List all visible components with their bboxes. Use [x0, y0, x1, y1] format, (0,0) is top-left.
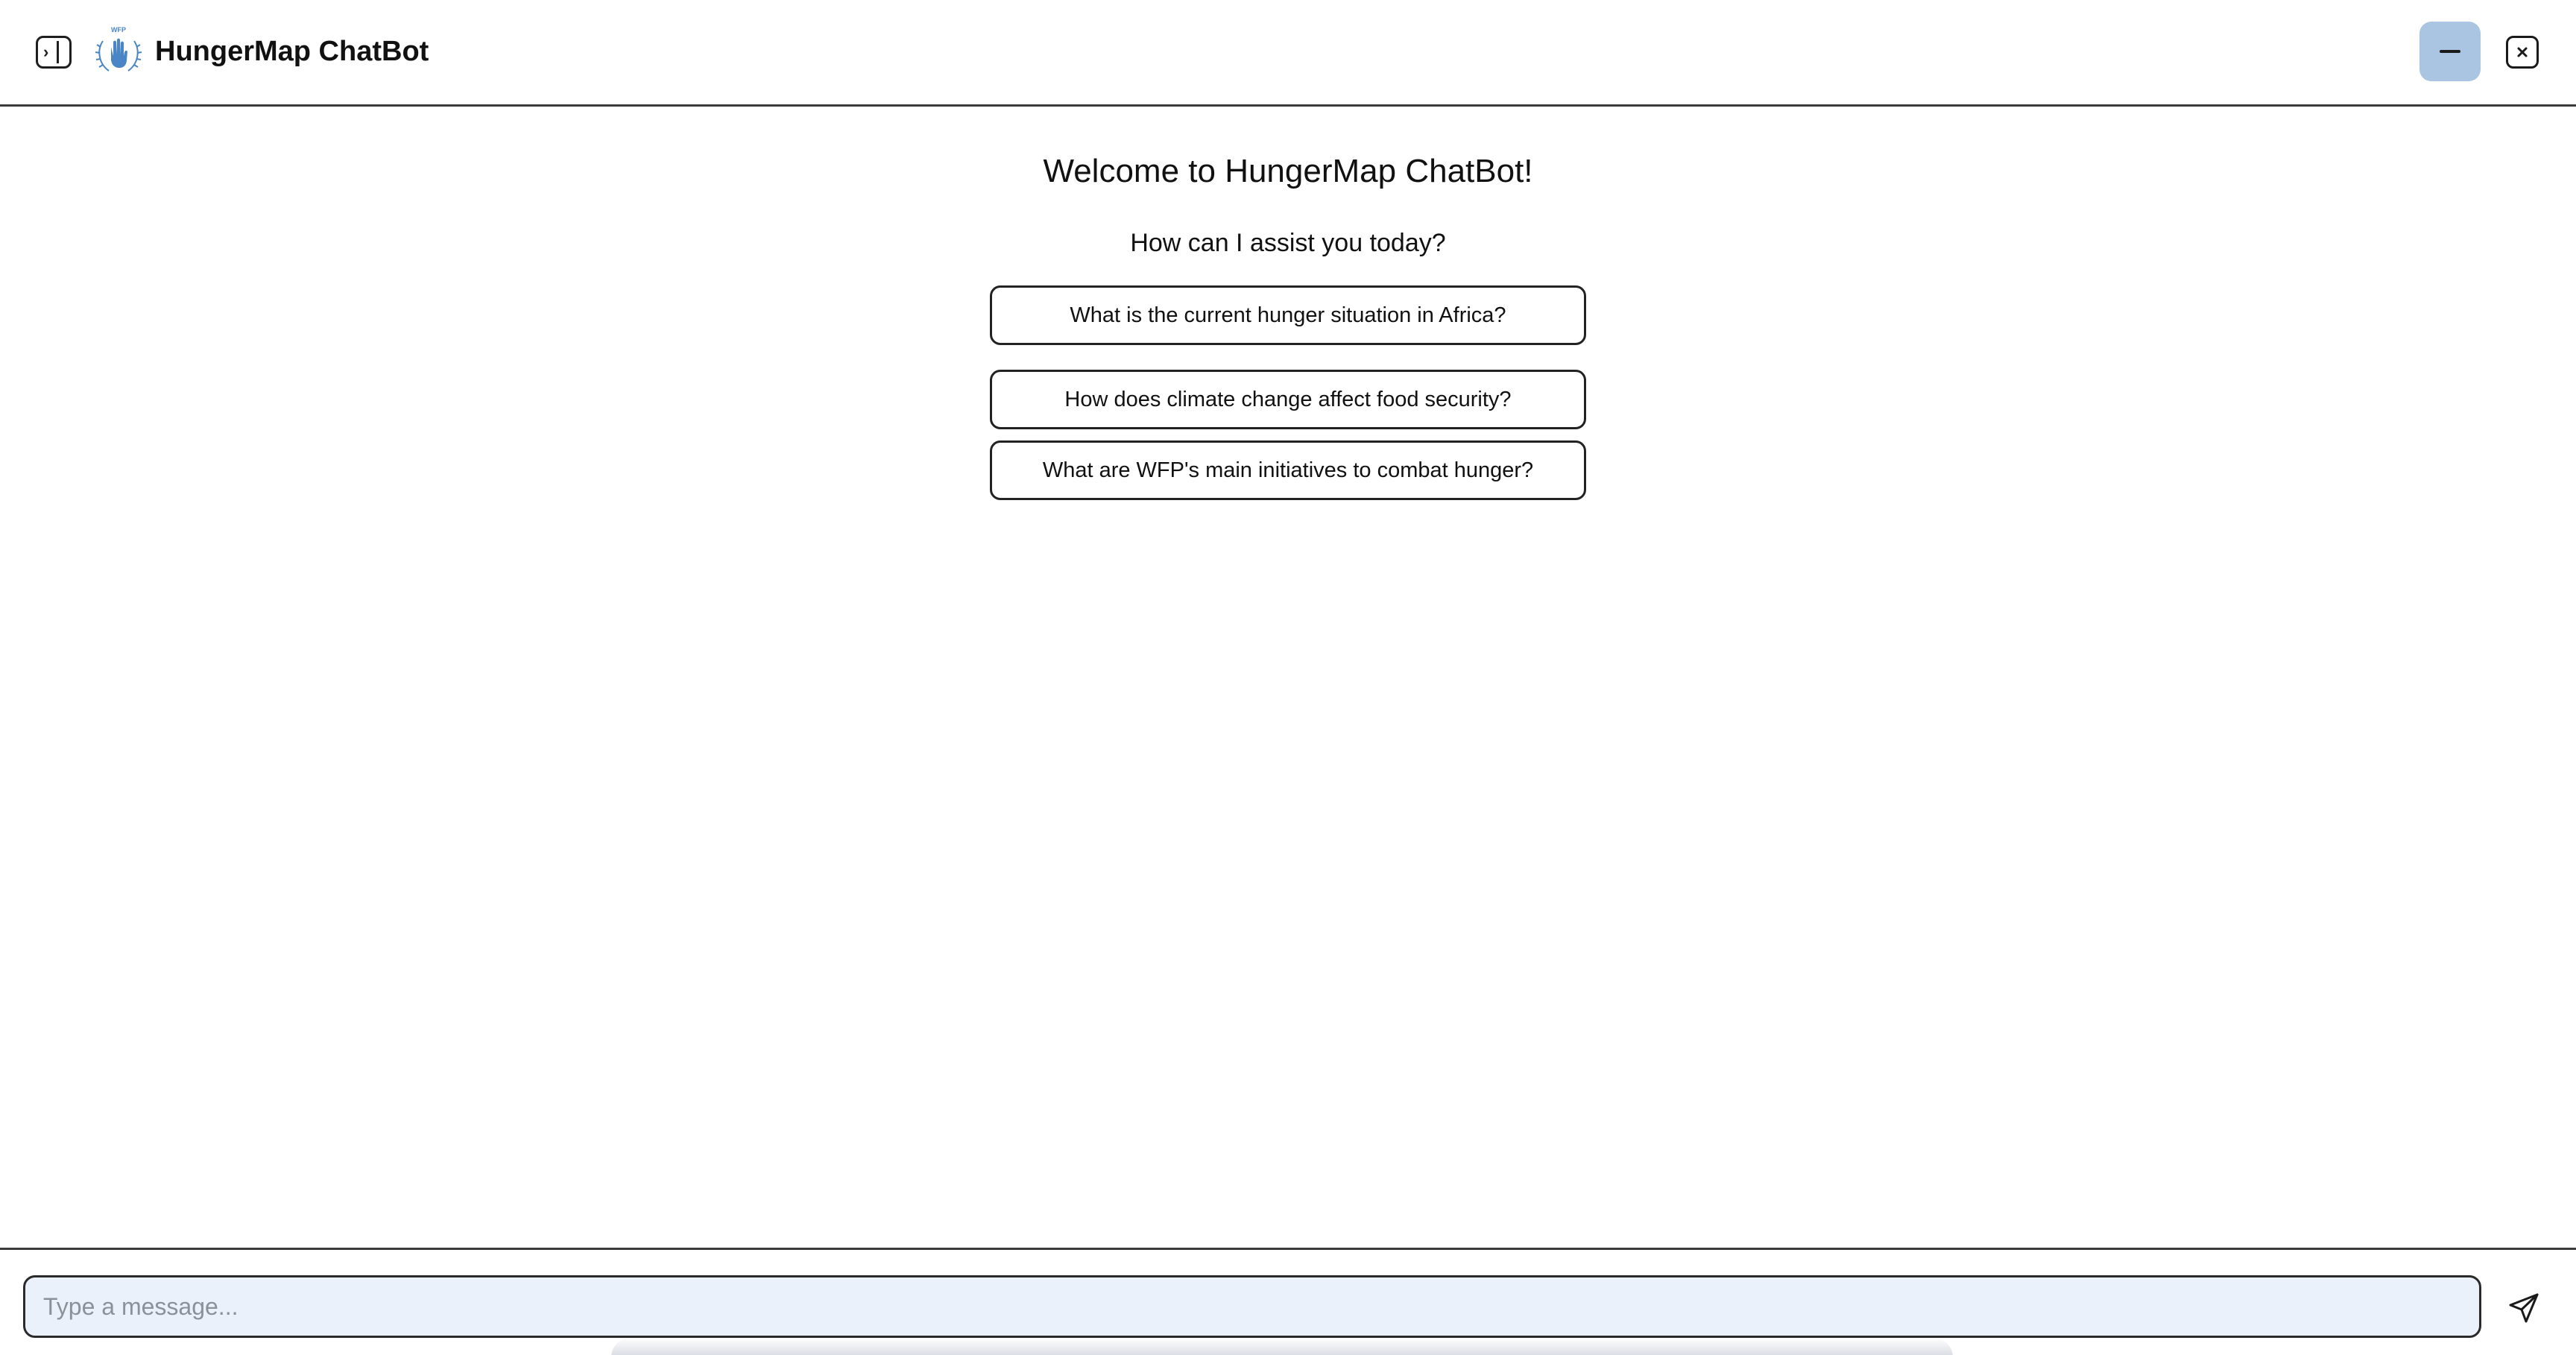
wfp-logo-icon: WFP	[95, 26, 142, 72]
footer-shadow	[611, 1338, 1953, 1355]
sidebar-toggle-icon: ›	[43, 42, 49, 61]
sidebar-divider	[57, 41, 59, 63]
message-composer	[0, 1248, 2576, 1355]
header: › WFP HungerMap ChatBot	[0, 0, 2576, 107]
welcome-title: Welcome to HungerMap ChatBot!	[1043, 153, 1533, 189]
assist-subtitle: How can I assist you today?	[1130, 229, 1446, 257]
svg-text:WFP: WFP	[111, 26, 126, 34]
minimize-icon	[2440, 50, 2460, 53]
close-button[interactable]	[2506, 36, 2539, 69]
sidebar-toggle-button[interactable]: ›	[36, 36, 72, 69]
send-icon	[2509, 1293, 2539, 1323]
message-input[interactable]	[23, 1275, 2481, 1338]
close-icon	[2517, 47, 2528, 57]
suggestion-button[interactable]: How does climate change affect food secu…	[990, 370, 1586, 429]
chat-area: Welcome to HungerMap ChatBot! How can I …	[0, 109, 2576, 1248]
minimize-button[interactable]	[2419, 22, 2481, 81]
send-button[interactable]	[2503, 1287, 2545, 1329]
suggestion-button[interactable]: What are WFP's main initiatives to comba…	[990, 440, 1586, 500]
suggestion-button[interactable]: What is the current hunger situation in …	[990, 285, 1586, 345]
chatbot-app: › WFP HungerMap ChatBot Welcome to Hunge…	[0, 0, 2576, 1355]
app-title: HungerMap ChatBot	[155, 36, 429, 67]
